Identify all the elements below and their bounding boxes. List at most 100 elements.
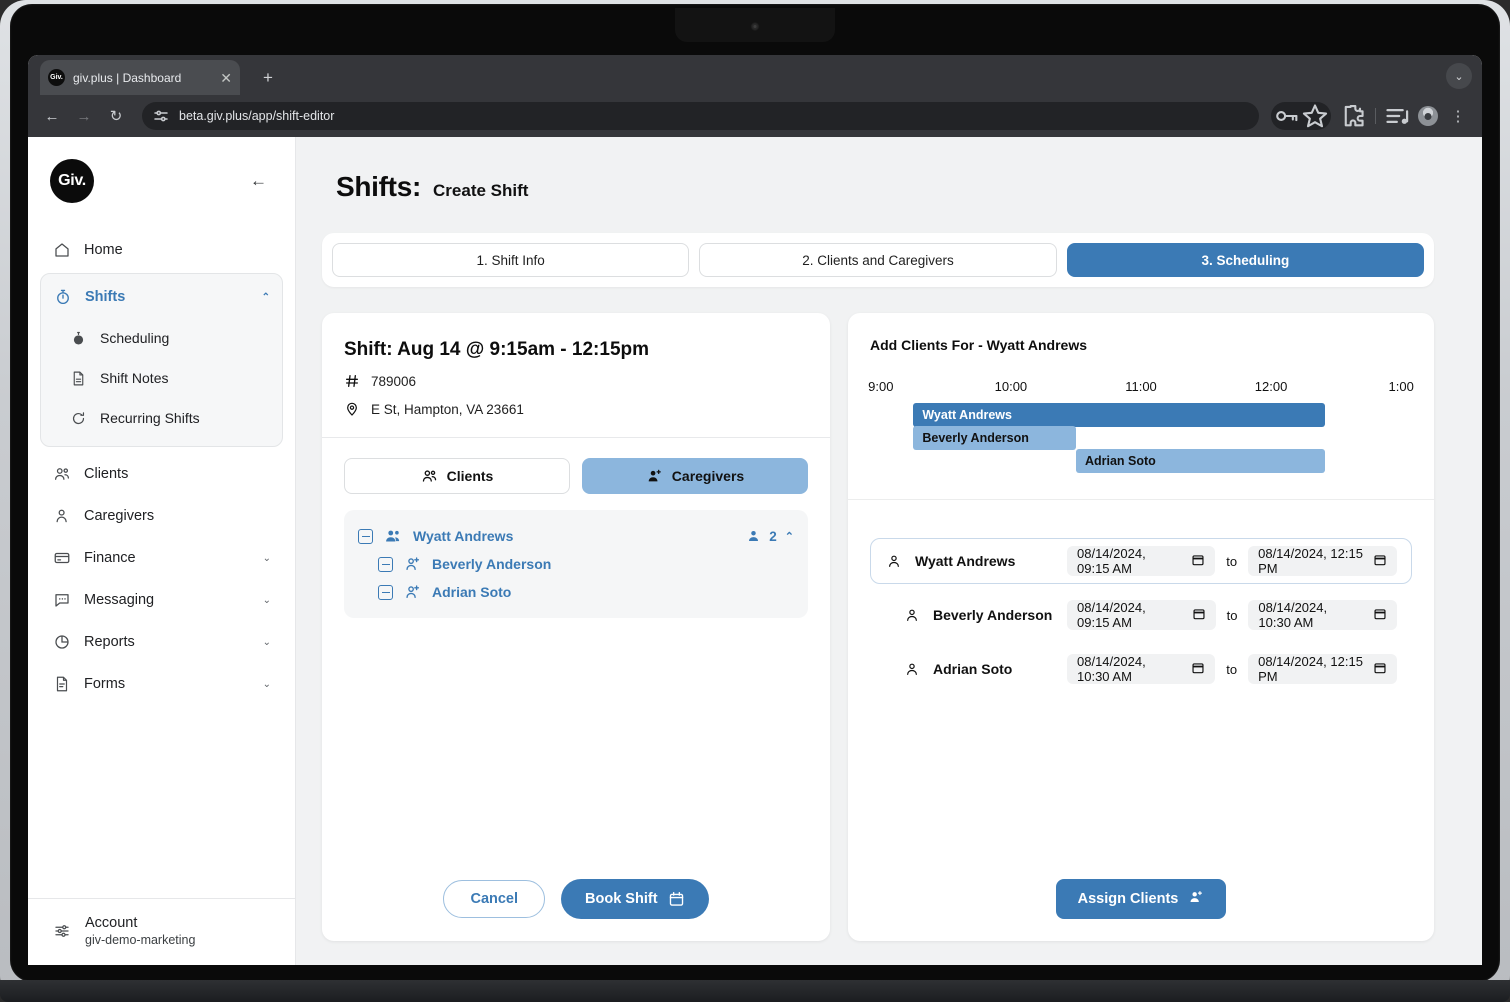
tab-shift-info[interactable]: 1. Shift Info (332, 243, 690, 277)
key-icon[interactable] (1273, 102, 1301, 130)
sidebar-item-finance[interactable]: Finance ⌄ (40, 537, 283, 579)
sidebar-item-recurring-shifts[interactable]: Recurring Shifts (41, 398, 282, 438)
tree-child-name: Adrian Soto (432, 584, 512, 600)
chevron-down-icon[interactable]: ⌄ (263, 595, 271, 606)
address-bar[interactable]: beta.giv.plus/app/shift-editor (142, 102, 1259, 130)
collapse-box-icon[interactable] (358, 528, 373, 544)
clients-icon (421, 468, 438, 485)
assign-row[interactable]: Adrian Soto 08/14/2024, 10:30 AM to 08/1… (870, 646, 1412, 692)
person-add-icon (404, 556, 421, 573)
sidebar-item-caregivers[interactable]: Caregivers (40, 495, 283, 537)
puzzle-icon[interactable] (1339, 102, 1367, 130)
calendar-icon[interactable] (1373, 661, 1387, 678)
calendar-icon[interactable] (1191, 661, 1205, 678)
toggle-caregivers[interactable]: Caregivers (582, 458, 808, 494)
sidebar-item-shifts[interactable]: Shifts ⌃ (41, 276, 282, 318)
collapse-box-icon[interactable] (378, 556, 393, 572)
assign-row-name: Beverly Anderson (933, 607, 1053, 623)
sidebar-item-label: Forms (84, 676, 126, 692)
sidebar-item-scheduling[interactable]: Scheduling (41, 318, 282, 358)
gantt-bar[interactable]: Adrian Soto (1075, 449, 1326, 473)
timeline-axis: 9:00 10:00 11:00 12:00 1:00 (868, 379, 1414, 397)
gantt-bar[interactable]: Wyatt Andrews (913, 403, 1326, 427)
chevron-up-icon[interactable]: ⌃ (785, 530, 794, 543)
chevron-down-icon[interactable]: ⌄ (1446, 63, 1472, 89)
calendar-icon[interactable] (1373, 553, 1387, 570)
start-datetime-input[interactable]: 08/14/2024, 09:15 AM (1067, 546, 1216, 576)
back-icon[interactable]: ← (38, 102, 66, 130)
shift-details-card: Shift: Aug 14 @ 9:15am - 12:15pm 789006 (322, 313, 830, 941)
camera-icon (750, 22, 760, 31)
start-datetime-value: 08/14/2024, 09:15 AM (1077, 600, 1146, 630)
sidebar-item-clients[interactable]: Clients (40, 453, 283, 495)
assign-row[interactable]: Wyatt Andrews 08/14/2024, 09:15 AM to 08… (870, 538, 1412, 584)
tree-parent-meta: 2 ⌃ (746, 529, 794, 544)
tree-row-parent[interactable]: Wyatt Andrews 2 ⌃ (358, 522, 794, 550)
tab-scheduling[interactable]: 3. Scheduling (1066, 243, 1424, 277)
entity-toggle-group: Clients Caregivers (344, 458, 808, 494)
book-shift-button[interactable]: Book Shift (561, 879, 709, 919)
collapse-box-icon[interactable] (378, 584, 393, 600)
sidebar-item-shift-notes[interactable]: Shift Notes (41, 358, 282, 398)
sidebar-collapse-button[interactable]: ← (244, 167, 273, 195)
app-viewport: Giv. ← Home Shifts ⌃ Scheduling Shift No… (28, 137, 1482, 965)
reload-icon[interactable]: ↻ (102, 102, 130, 130)
camera-notch (675, 8, 835, 42)
browser-toolbar: ← → ↻ beta.giv.plus/app/shift-editor ⋮ (28, 95, 1482, 137)
calendar-icon[interactable] (1191, 553, 1205, 570)
chevron-down-icon[interactable]: ⌄ (263, 637, 271, 648)
sidebar-header: Giv. ← (28, 137, 295, 203)
sidebar-item-reports[interactable]: Reports ⌄ (40, 621, 283, 663)
url-text: beta.giv.plus/app/shift-editor (179, 109, 335, 123)
start-datetime-input[interactable]: 08/14/2024, 09:15 AM (1067, 600, 1216, 630)
close-icon[interactable]: ✕ (220, 71, 232, 85)
tree-row-child[interactable]: Beverly Anderson (358, 550, 794, 578)
toolbar-divider (1375, 108, 1376, 124)
end-datetime-input[interactable]: 08/14/2024, 12:15 PM (1248, 546, 1397, 576)
book-shift-label: Book Shift (585, 891, 658, 907)
chevron-down-icon[interactable]: ⌄ (263, 679, 271, 690)
clients-icon (52, 465, 71, 484)
playlist-icon[interactable] (1384, 102, 1412, 130)
shift-location-row: E St, Hampton, VA 23661 (344, 401, 808, 417)
star-icon[interactable] (1301, 102, 1329, 130)
cancel-button[interactable]: Cancel (443, 880, 546, 918)
assign-row-name: Adrian Soto (933, 661, 1013, 677)
home-icon (52, 241, 71, 260)
sidebar-item-home[interactable]: Home (40, 229, 283, 271)
sidebar-account[interactable]: Account giv-demo-marketing (28, 898, 295, 965)
toggle-clients-label: Clients (446, 468, 494, 484)
browser-tab[interactable]: Giv. giv.plus | Dashboard ✕ (40, 60, 240, 95)
assign-row[interactable]: Beverly Anderson 08/14/2024, 09:15 AM to (870, 592, 1412, 638)
gantt-bar[interactable]: Beverly Anderson (913, 426, 1076, 450)
sidebar-item-forms[interactable]: Forms ⌄ (40, 663, 283, 705)
toggle-clients[interactable]: Clients (344, 458, 570, 494)
end-datetime-input[interactable]: 08/14/2024, 10:30 AM (1248, 600, 1397, 630)
chevron-down-icon[interactable]: ⌄ (263, 553, 271, 564)
end-datetime-value: 08/14/2024, 12:15 PM (1258, 546, 1363, 576)
chevron-up-icon[interactable]: ⌃ (262, 292, 270, 303)
tab-clients-and-caregivers[interactable]: 2. Clients and Caregivers (699, 243, 1057, 277)
person-icon (903, 607, 921, 623)
sidebar-item-label: Reports (84, 634, 135, 650)
avatar[interactable] (1414, 102, 1442, 130)
sidebar: Giv. ← Home Shifts ⌃ Scheduling Shift No… (28, 137, 296, 965)
tree-row-child[interactable]: Adrian Soto (358, 578, 794, 606)
new-tab-button[interactable]: + (256, 66, 280, 90)
end-datetime-input[interactable]: 08/14/2024, 12:15 PM (1248, 654, 1397, 684)
to-label: to (1226, 607, 1238, 623)
sidebar-item-messaging[interactable]: Messaging ⌄ (40, 579, 283, 621)
sidebar-item-label: Home (84, 242, 123, 258)
browser-menu-icon[interactable]: ⋮ (1444, 102, 1472, 130)
calendar-icon[interactable] (1373, 607, 1387, 624)
assign-actions: Assign Clients (870, 879, 1412, 919)
forward-icon[interactable]: → (70, 102, 98, 130)
calendar-icon[interactable] (1192, 607, 1206, 624)
shift-id-row: 789006 (344, 373, 808, 389)
assign-clients-button[interactable]: Assign Clients (1055, 879, 1227, 919)
person-icon (885, 553, 903, 569)
tune-icon[interactable] (152, 107, 170, 125)
start-datetime-input[interactable]: 08/14/2024, 10:30 AM (1067, 654, 1216, 684)
tree-child-name: Beverly Anderson (432, 556, 552, 572)
browser-tab-strip: Giv. giv.plus | Dashboard ✕ + ⌄ (28, 55, 1482, 95)
